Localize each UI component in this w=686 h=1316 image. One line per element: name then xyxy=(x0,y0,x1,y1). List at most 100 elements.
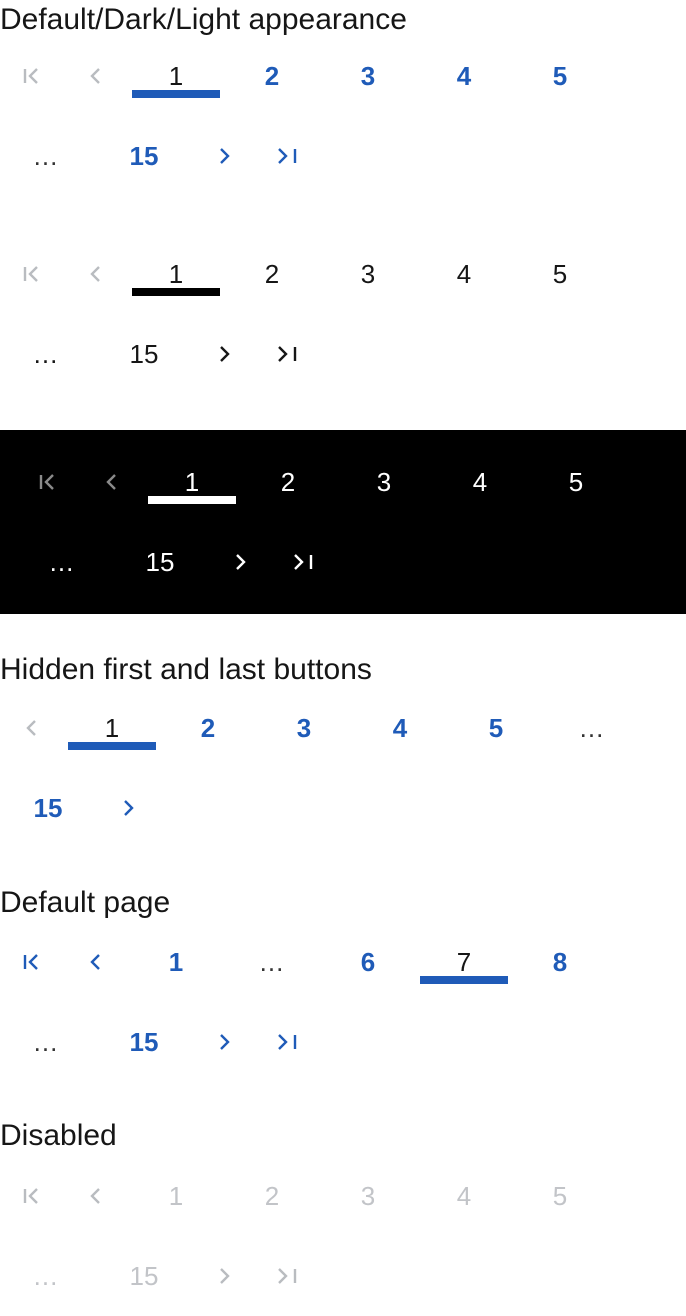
ellipsis-label: ... xyxy=(33,1261,59,1291)
ellipsis-label: ... xyxy=(259,947,285,977)
next-page-button[interactable] xyxy=(208,538,272,586)
page-button[interactable]: 1 xyxy=(132,938,220,986)
previous-page-button xyxy=(64,1172,128,1220)
previous-page-button[interactable] xyxy=(64,52,128,100)
page-button[interactable]: 2 xyxy=(164,704,252,752)
page-label: 3 xyxy=(296,713,312,743)
page-button-last-number[interactable]: 15 xyxy=(100,330,188,378)
page-label: 2 xyxy=(280,467,296,497)
last-page-button[interactable] xyxy=(256,330,320,378)
next-page-button[interactable] xyxy=(192,330,256,378)
last-page-icon xyxy=(275,1264,301,1288)
page-label: 5 xyxy=(552,1181,568,1211)
page-button[interactable]: 5 xyxy=(452,704,540,752)
page-label: 15 xyxy=(129,1027,159,1057)
page-label: 7 xyxy=(456,947,472,977)
page-label: 5 xyxy=(488,713,504,743)
ellipsis: ... xyxy=(548,704,636,752)
page-button[interactable]: 2 xyxy=(228,250,316,298)
page-button[interactable]: 4 xyxy=(420,250,508,298)
page-label: 3 xyxy=(360,1181,376,1211)
page-label: 1 xyxy=(104,713,120,743)
page-button[interactable]: 3 xyxy=(260,704,348,752)
chevron-left-icon xyxy=(20,716,44,740)
page-button-selected[interactable]: 1 xyxy=(148,458,236,506)
next-page-button[interactable] xyxy=(96,784,160,832)
previous-page-button[interactable] xyxy=(64,250,128,298)
page-button[interactable]: 3 xyxy=(340,458,428,506)
ellipsis-label: ... xyxy=(579,713,605,743)
next-page-button xyxy=(192,1252,256,1300)
page-label: 15 xyxy=(129,141,159,171)
previous-page-button[interactable] xyxy=(0,704,64,752)
page-button-selected[interactable]: 1 xyxy=(132,52,220,100)
page-button: 3 xyxy=(324,1172,412,1220)
page-button[interactable]: 5 xyxy=(516,250,604,298)
page-button[interactable]: 4 xyxy=(356,704,444,752)
page-button[interactable]: 6 xyxy=(324,938,412,986)
page-button[interactable]: 5 xyxy=(532,458,620,506)
page-label: 5 xyxy=(568,467,584,497)
page-label: 3 xyxy=(376,467,392,497)
section-title-appearance: Default/Dark/Light appearance xyxy=(0,3,407,36)
page-label: 2 xyxy=(264,1181,280,1211)
chevron-left-icon xyxy=(84,950,108,974)
page-button-last-number[interactable]: 15 xyxy=(100,132,188,180)
page-button[interactable]: 2 xyxy=(244,458,332,506)
page-button-selected[interactable]: 1 xyxy=(132,250,220,298)
chevron-left-icon xyxy=(84,1184,108,1208)
next-page-button[interactable] xyxy=(192,132,256,180)
page-button-last-number[interactable]: 15 xyxy=(116,538,204,586)
page-button[interactable]: 2 xyxy=(228,52,316,100)
page-button-selected[interactable]: 1 xyxy=(68,704,156,752)
page-label: 15 xyxy=(145,547,175,577)
page-button[interactable]: 3 xyxy=(324,250,412,298)
previous-page-button[interactable] xyxy=(80,458,144,506)
page-button[interactable]: 4 xyxy=(420,52,508,100)
next-page-button[interactable] xyxy=(192,1018,256,1066)
page-button-last-number[interactable]: 15 xyxy=(100,1018,188,1066)
page-label: 4 xyxy=(456,61,472,91)
ellipsis: ... xyxy=(14,330,78,378)
page-label: 2 xyxy=(264,61,280,91)
section-title-disabled: Disabled xyxy=(0,1119,117,1152)
page-button[interactable]: 8 xyxy=(516,938,604,986)
page-label: 4 xyxy=(456,1181,472,1211)
selected-indicator xyxy=(148,496,236,504)
page-button-selected[interactable]: 7 xyxy=(420,938,508,986)
first-page-button xyxy=(0,1172,64,1220)
first-page-button[interactable] xyxy=(0,250,64,298)
page-label: 6 xyxy=(360,947,376,977)
page-label: 2 xyxy=(200,713,216,743)
first-page-icon xyxy=(36,470,60,494)
page-button: 5 xyxy=(516,1172,604,1220)
first-page-button[interactable] xyxy=(0,938,64,986)
page-label: 1 xyxy=(168,1181,184,1211)
chevron-right-icon xyxy=(212,1264,236,1288)
page-label: 2 xyxy=(264,259,280,289)
first-page-button[interactable] xyxy=(0,52,64,100)
page-label: 5 xyxy=(552,61,568,91)
ellipsis: ... xyxy=(14,132,78,180)
page-label: 3 xyxy=(360,259,376,289)
page-button[interactable]: 3 xyxy=(324,52,412,100)
first-page-icon xyxy=(20,1184,44,1208)
page-button-last-number[interactable]: 15 xyxy=(4,784,92,832)
last-page-icon xyxy=(291,550,317,574)
page-label: 15 xyxy=(129,339,159,369)
last-page-button[interactable] xyxy=(272,538,336,586)
section-title-default-page: Default page xyxy=(0,886,171,919)
selected-indicator xyxy=(420,976,508,984)
last-page-button xyxy=(256,1252,320,1300)
last-page-button[interactable] xyxy=(256,132,320,180)
previous-page-button[interactable] xyxy=(64,938,128,986)
page-button[interactable]: 4 xyxy=(436,458,524,506)
page-button[interactable]: 5 xyxy=(516,52,604,100)
first-page-button[interactable] xyxy=(16,458,80,506)
first-page-icon xyxy=(20,262,44,286)
last-page-icon xyxy=(275,1030,301,1054)
ellipsis: ... xyxy=(14,1252,78,1300)
page-label: 1 xyxy=(168,947,184,977)
chevron-right-icon xyxy=(228,550,252,574)
last-page-button[interactable] xyxy=(256,1018,320,1066)
